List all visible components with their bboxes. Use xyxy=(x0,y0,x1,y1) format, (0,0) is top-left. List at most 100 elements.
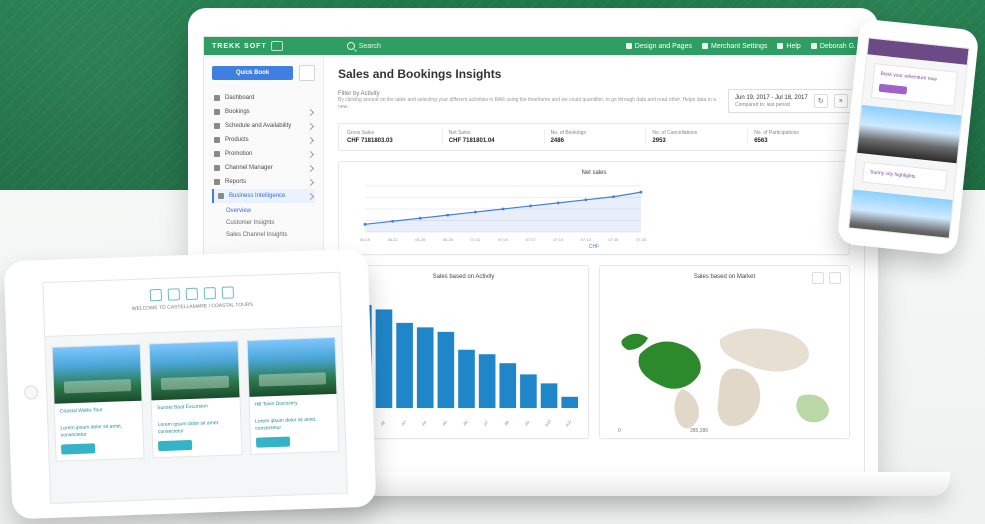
help-menu[interactable]: Help xyxy=(777,43,801,50)
clear-button[interactable]: × xyxy=(833,94,848,108)
refresh-button[interactable]: ↻ xyxy=(813,94,828,108)
sidebar-toggle-button[interactable] xyxy=(299,65,315,81)
world-map: 0 285,286 xyxy=(600,284,849,434)
net-sales-point xyxy=(363,222,367,226)
tablet-home-button[interactable] xyxy=(23,385,39,400)
date-compare-label: Compared to: last period xyxy=(735,101,790,108)
icon-4[interactable] xyxy=(203,287,217,300)
sidebar-item-promotion[interactable]: Promotion xyxy=(212,147,315,161)
app-header: TREKK SOFT Search Design and Pages Merch… xyxy=(204,37,864,55)
net-sales-xtick: 07.10 xyxy=(553,237,564,242)
date-range-picker[interactable]: Jun 19, 2017 - Jul 18, 2017 Compared to:… xyxy=(728,89,855,113)
merchant-settings-label: Merchant Settings xyxy=(710,42,768,50)
net-sales-title: Net sales xyxy=(581,170,607,176)
sidebar-item-label: Bookings xyxy=(225,109,250,115)
calendar-icon xyxy=(214,123,220,129)
activity-xtick: A10 xyxy=(544,418,552,427)
book-now-button[interactable] xyxy=(255,436,290,448)
net-sales-xtick: 07.01 xyxy=(470,237,481,242)
filter-description: By clicking around on the table and sele… xyxy=(338,97,716,110)
kpi-net-sales: Net Sales CHF 7181801.04 xyxy=(441,130,536,144)
page-title: Sales and Bookings Insights xyxy=(338,67,502,81)
icon-3[interactable] xyxy=(185,287,199,301)
sidebar-item-label: Business Intelligence xyxy=(229,193,286,199)
sidebar-item-label: Dashboard xyxy=(225,95,255,101)
activity-panel: Sales based on Activity A1A2A3A4A5A6A7A8… xyxy=(338,265,589,439)
tablet-card[interactable]: Hill Town Discovery Lorem ipsum dolor si… xyxy=(246,336,340,455)
merchant-settings-menu[interactable]: Merchant Settings xyxy=(701,42,768,50)
user-menu[interactable]: Deborah G. xyxy=(810,43,856,50)
header-right: Design and Pages Merchant Settings Help … xyxy=(625,42,856,50)
activity-bar xyxy=(540,383,558,408)
activity-bar xyxy=(396,322,413,408)
sidebar-subitem-overview[interactable]: Overview xyxy=(224,205,315,217)
tablet-card[interactable]: Sunset Boat Excursion Lorem ipsum dolor … xyxy=(148,340,243,459)
phone-card[interactable]: Book your adventure now xyxy=(870,63,959,107)
icon-1[interactable] xyxy=(149,288,163,302)
tablet-card[interactable]: Coastal Walks Tour Lorem ipsum dolor sit… xyxy=(51,343,145,462)
sidebar-subnav: Overview Customer Insights Sales Channel… xyxy=(224,205,315,241)
chevron-right-icon xyxy=(306,108,315,116)
sidebar-item-label: Reports xyxy=(225,179,247,185)
bookings-icon xyxy=(214,109,220,115)
sidebar-subitem-label: Sales Channel Insights xyxy=(226,232,288,238)
sidebar-item-products[interactable]: Products xyxy=(212,133,315,147)
phone-header xyxy=(867,38,969,65)
kpi-label: No. of Bookings xyxy=(550,130,586,136)
sidebar-subitem-sales-channel-insights[interactable]: Sales Channel Insights xyxy=(224,229,315,241)
activity-bar xyxy=(458,349,475,408)
icon-2[interactable] xyxy=(167,288,181,301)
activity-xtick: A7 xyxy=(482,419,489,426)
phone-image-secondary xyxy=(848,189,953,239)
sidebar-item-dashboard[interactable]: Dashboard xyxy=(212,91,315,105)
promotion-icon xyxy=(214,151,220,157)
settings-icon xyxy=(701,43,708,49)
chevron-right-icon xyxy=(306,178,315,186)
chevron-right-icon xyxy=(306,122,315,130)
search-icon xyxy=(346,42,355,50)
date-range-stack: Jun 19, 2017 - Jul 18, 2017 Compared to:… xyxy=(735,95,808,108)
expand-tool-icon[interactable] xyxy=(829,272,841,284)
filter-row: Filter by Activity By clicking around on… xyxy=(338,89,855,113)
tour-image xyxy=(247,337,337,397)
sidebar-item-bookings[interactable]: Bookings xyxy=(212,105,315,119)
tour-text: Lorem ipsum dolor sit amet, consectetur xyxy=(254,416,317,432)
brand-logo-icon xyxy=(270,41,283,51)
quick-book-button[interactable]: Quick Book xyxy=(212,66,293,80)
quick-book-row: Quick Book xyxy=(212,65,315,81)
brand: TREKK SOFT xyxy=(212,41,283,51)
reports-icon xyxy=(214,179,220,185)
products-icon xyxy=(214,137,220,143)
net-sales-xtick: 07.16 xyxy=(608,237,619,242)
map-legend-max: 285,286 xyxy=(690,428,708,434)
kpi-value: CHF 7181801.04 xyxy=(448,138,495,144)
phone-cta-button[interactable] xyxy=(878,83,908,95)
sidebar-item-schedule[interactable]: Schedule and Availability xyxy=(212,119,315,133)
activity-xtick: A8 xyxy=(503,419,510,426)
phone-card-secondary[interactable]: Sunny city highlights xyxy=(861,161,948,192)
tour-text: Lorem ipsum dolor sit amet, consectetur xyxy=(157,419,220,436)
net-sales-panel: Net sales 06.19 06.22 06.25 06.28 07.01 07.04… xyxy=(338,161,850,255)
tablet-cards: Coastal Walks Tour Lorem ipsum dolor sit… xyxy=(45,327,346,472)
search-bar[interactable]: Search xyxy=(346,42,381,50)
net-sales-chart: 06.19 06.22 06.25 06.28 07.01 07.04 07.07 07.10… xyxy=(360,185,647,242)
sidebar-item-business-intelligence[interactable]: Business Intelligence xyxy=(212,189,315,203)
net-sales-xtick: 06.19 xyxy=(360,237,371,242)
sidebar-item-label: Products xyxy=(225,137,249,143)
sidebar-subitem-customer-insights[interactable]: Customer Insights xyxy=(224,217,315,229)
sidebar-item-channel-manager[interactable]: Channel Manager xyxy=(212,161,315,175)
sidebar-item-label: Promotion xyxy=(225,151,253,157)
activity-bar xyxy=(416,327,434,408)
kpi-cancellations: No. of Cancellations 2953 xyxy=(645,130,739,144)
tour-text: Lorem ipsum dolor sit amet, consectetur xyxy=(60,423,123,439)
book-now-button[interactable] xyxy=(61,443,96,455)
net-sales-point xyxy=(639,190,643,194)
net-sales-point xyxy=(418,216,422,220)
settings-tool-icon[interactable] xyxy=(812,272,824,284)
net-sales-point xyxy=(474,210,477,214)
book-now-button[interactable] xyxy=(158,439,193,452)
phone-device: Book your adventure now Sunny city highl… xyxy=(836,18,980,256)
sidebar-item-reports[interactable]: Reports xyxy=(212,175,315,189)
icon-5[interactable] xyxy=(221,286,235,299)
design-and-pages-menu[interactable]: Design and Pages xyxy=(625,43,692,50)
